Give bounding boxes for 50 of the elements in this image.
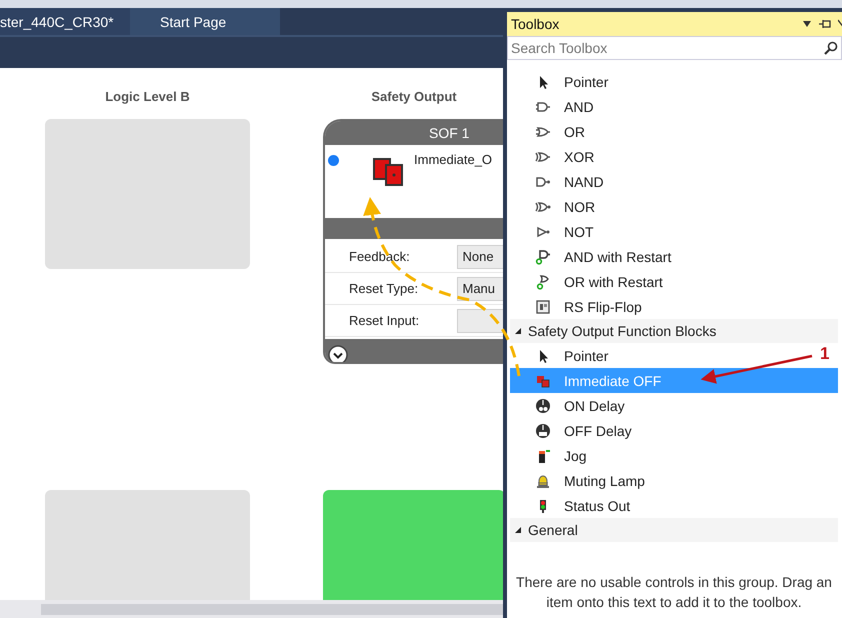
- toolbox-item[interactable]: Status Out: [510, 493, 640, 518]
- toolbox-item[interactable]: RS Flip-Flop: [510, 294, 652, 319]
- block-header: SOF 1: [325, 121, 503, 145]
- dropdown-icon[interactable]: [802, 20, 812, 28]
- toolbox-item[interactable]: Pointer: [510, 343, 618, 368]
- column-heading: Safety Output: [370, 89, 458, 106]
- and-restart-icon: [535, 248, 551, 264]
- close-icon[interactable]: [838, 19, 842, 29]
- toolbox-item[interactable]: NAND: [510, 169, 614, 194]
- toolbox-item[interactable]: XOR: [510, 144, 604, 169]
- toolbox-item[interactable]: Jog: [510, 443, 597, 468]
- or-restart-icon: [535, 274, 551, 290]
- field-value[interactable]: [456, 308, 503, 332]
- toolbox-item[interactable]: AND with Restart: [510, 244, 682, 269]
- field-value[interactable]: None: [456, 244, 503, 268]
- document-tab[interactable]: Start Page: [130, 8, 280, 35]
- toolbox-item[interactable]: OR: [510, 119, 595, 144]
- field-label: Reset Type:: [348, 281, 420, 296]
- document-tab[interactable]: ster_440C_CR30*: [0, 8, 130, 35]
- callout-number: 1: [820, 344, 830, 364]
- toolbox-item[interactable]: NOT: [510, 219, 604, 244]
- scrollbar-thumb[interactable]: [41, 604, 503, 614]
- empty-group-message: There are no usable controls in this group. Drag an item onto this text to add it to the toolbox.: [515, 573, 833, 612]
- toolbox-item[interactable]: Pointer: [510, 69, 618, 94]
- field-label: Feedback:: [348, 249, 411, 264]
- toolbox-item[interactable]: OR with Restart: [510, 269, 673, 294]
- off-delay-icon: [535, 422, 551, 438]
- connection-dot: [328, 155, 339, 166]
- block-name: Immediate_O: [414, 152, 492, 167]
- flipflop-icon: [535, 298, 551, 314]
- toolbox-item[interactable]: NOR: [510, 194, 606, 219]
- block-icon: [373, 158, 405, 186]
- group-header[interactable]: Safety Output Function Blocks: [510, 319, 838, 343]
- toolbox-item[interactable]: ON Delay: [510, 393, 635, 418]
- group-header[interactable]: General: [510, 518, 838, 542]
- expander-icon: [514, 327, 522, 335]
- field-label: Reset Input:: [348, 313, 420, 328]
- toolbox-item[interactable]: Muting Lamp: [510, 468, 655, 493]
- lamp-icon: [535, 472, 551, 488]
- field-value[interactable]: Manu: [456, 276, 503, 300]
- pin-icon[interactable]: [818, 19, 832, 29]
- toolbox-item[interactable]: AND: [510, 94, 604, 119]
- column-heading: Logic Level B: [104, 89, 191, 106]
- panel-title: Toolbox: [511, 16, 560, 32]
- on-delay-icon: [535, 398, 551, 414]
- toolbox-item[interactable]: OFF Delay: [510, 418, 642, 443]
- expander-icon: [514, 526, 522, 534]
- search-icon: [824, 41, 838, 55]
- search-field[interactable]: Search Toolbox: [507, 36, 842, 60]
- expand-button[interactable]: [328, 345, 348, 362]
